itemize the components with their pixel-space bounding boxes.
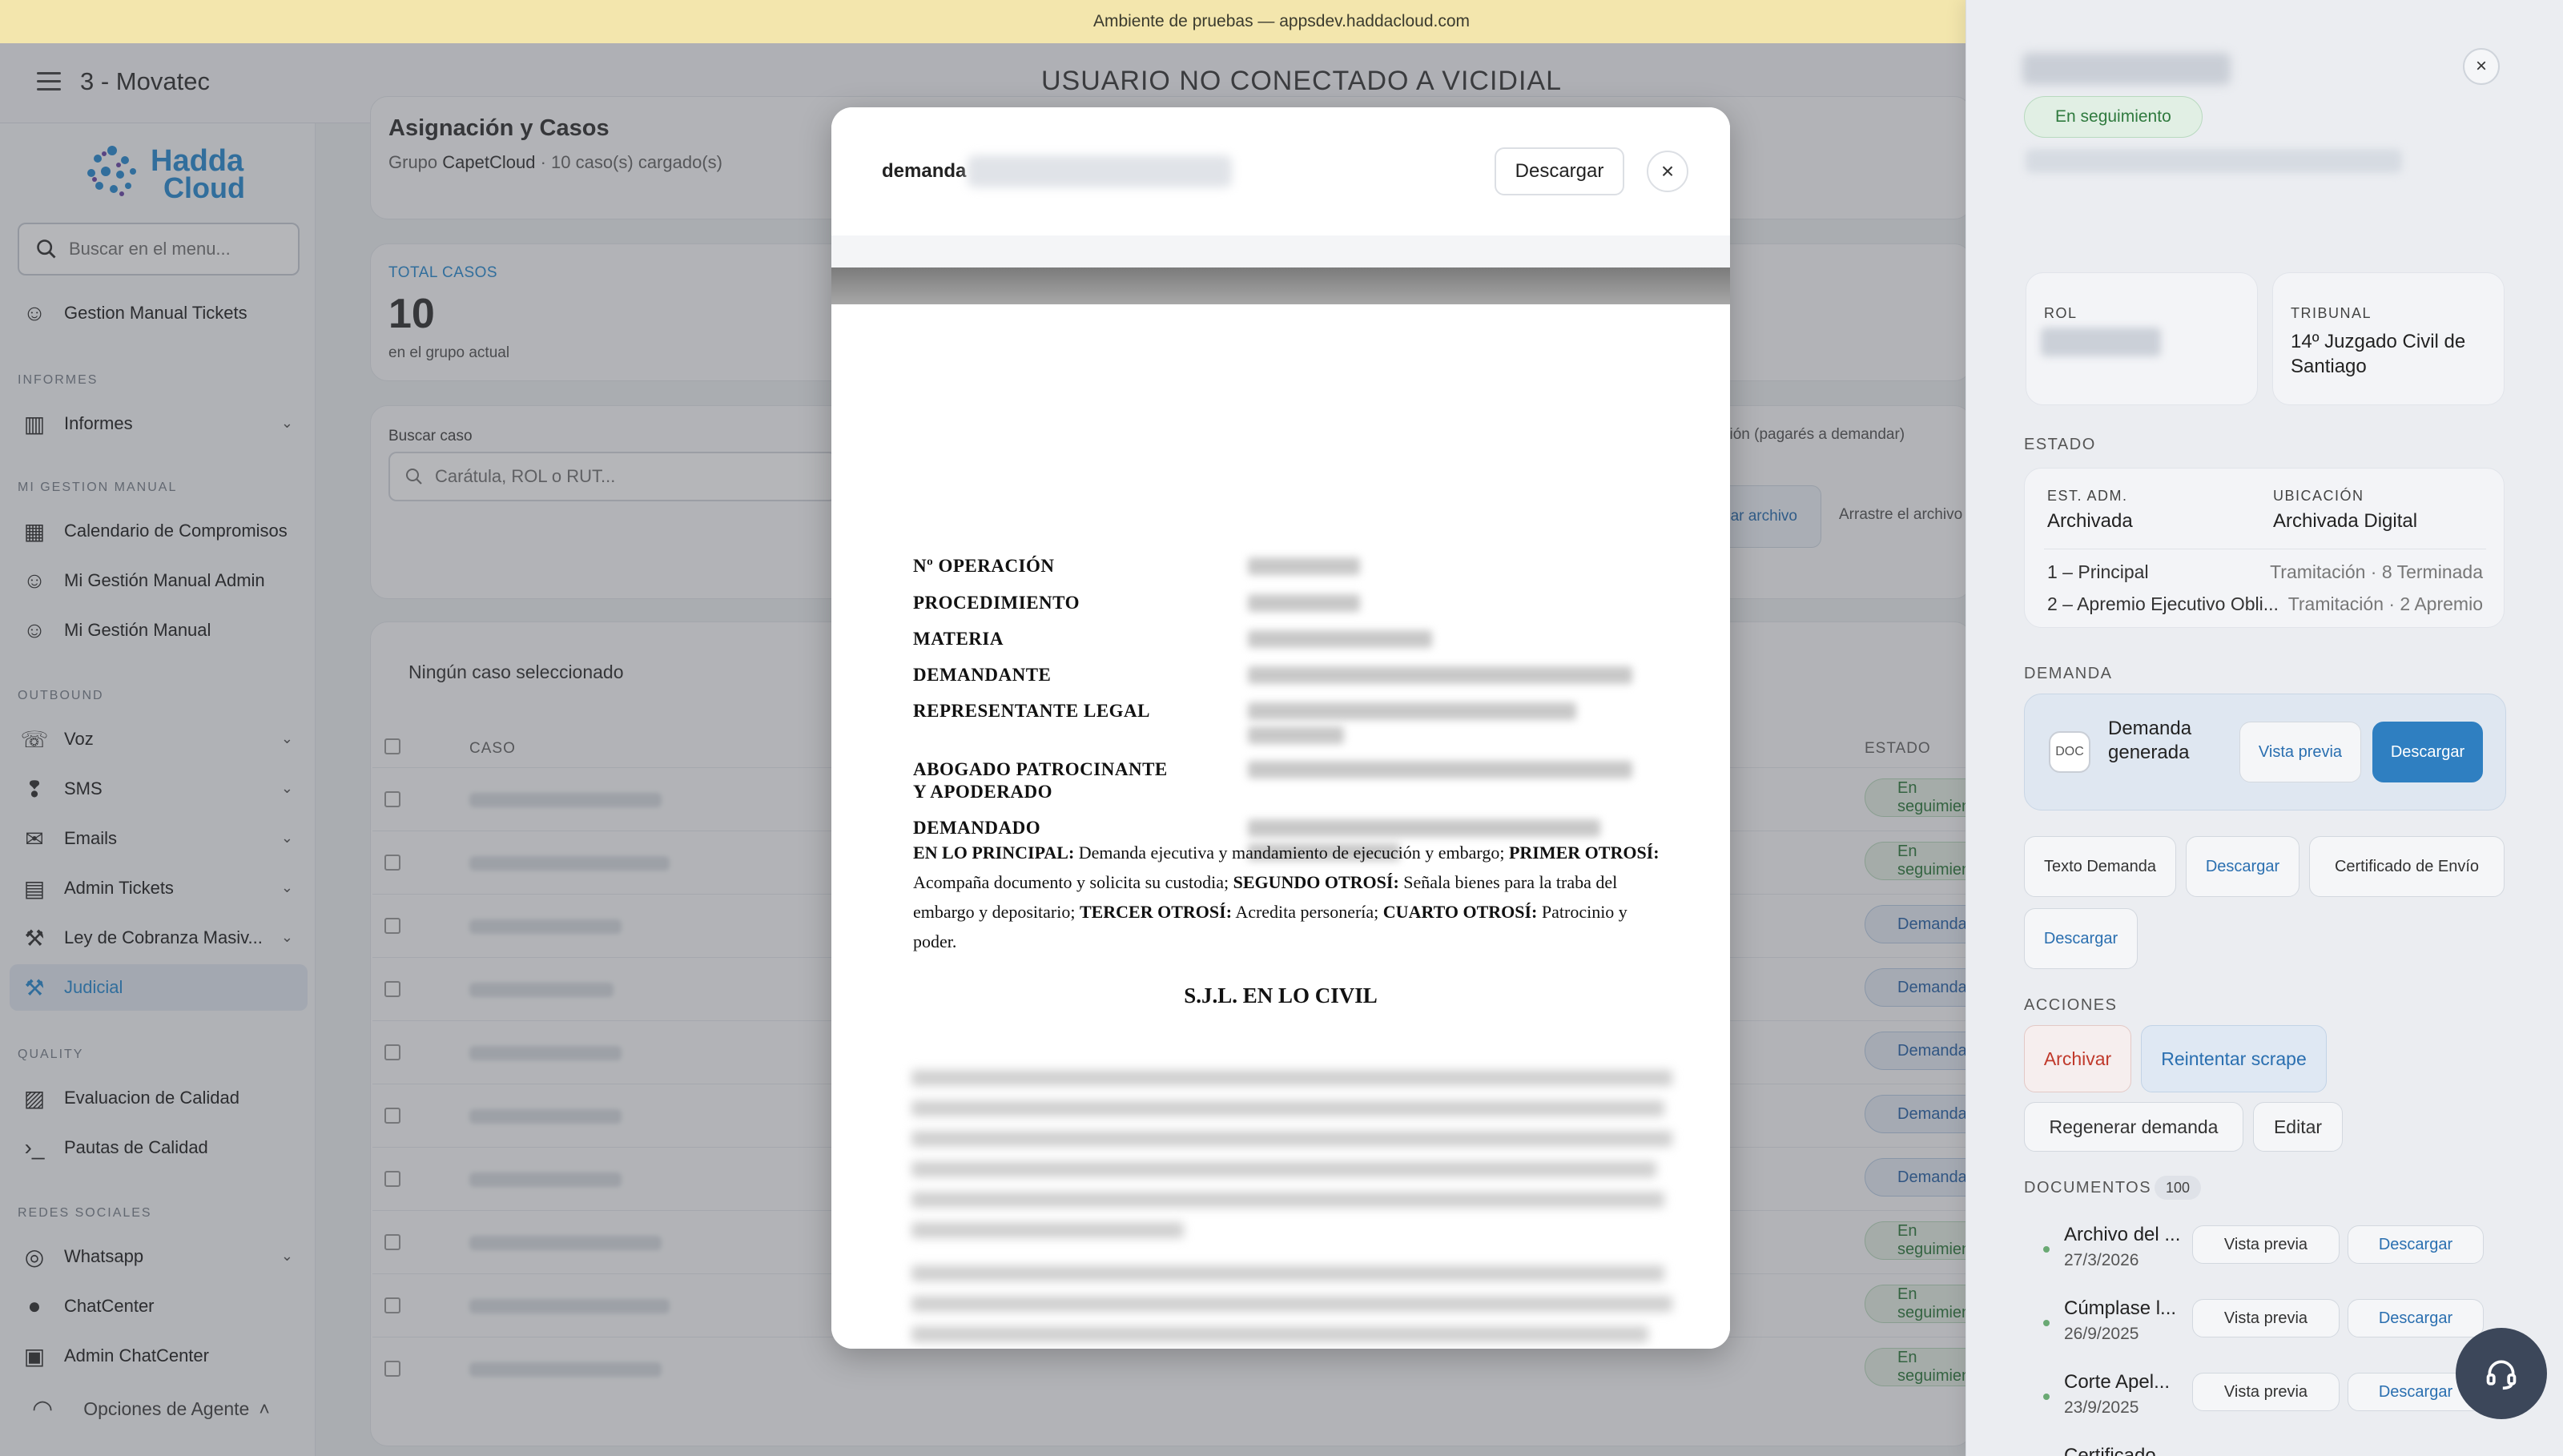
field-apoderado: Y APODERADO xyxy=(913,782,1052,802)
ubicacion-label: UBICACIÓN xyxy=(2273,488,2364,504)
document-preview-button[interactable]: Vista previa xyxy=(2192,1373,2340,1411)
close-icon[interactable]: × xyxy=(1647,151,1688,192)
field-demandado: DEMANDADO xyxy=(913,818,1041,838)
document-preview-button[interactable]: Vista previa xyxy=(2192,1299,2340,1337)
demanda-section: DEMANDA xyxy=(2024,665,2113,682)
status-dot-icon xyxy=(2043,1394,2050,1400)
document-icon: DOC xyxy=(2049,731,2090,773)
document-download-button[interactable]: Descargar xyxy=(2348,1299,2484,1337)
document-name: Corte Apel... xyxy=(2064,1371,2171,1393)
redacted-paragraph xyxy=(911,1296,1672,1312)
document-date: 23/9/2025 xyxy=(2064,1398,2139,1417)
field-representante: REPRESENTANTE LEGAL xyxy=(913,701,1151,721)
modal-title: demanda xyxy=(882,160,967,182)
acciones-section: ACCIONES xyxy=(2024,996,2118,1014)
viewer-page-bar xyxy=(831,267,1730,304)
document-date: 26/9/2025 xyxy=(2064,1325,2139,1343)
field-operacion: Nº OPERACIÓN xyxy=(913,556,1055,576)
regenerar-demanda-button[interactable]: Regenerar demanda xyxy=(2024,1102,2243,1152)
viewer-toolbar xyxy=(831,235,1730,267)
document-sumilla: EN LO PRINCIPAL: Demanda ejecutiva y man… xyxy=(913,843,1660,951)
procedure-name: 2 – Apremio Ejecutivo Obli... xyxy=(2047,593,2279,614)
redacted-paragraph xyxy=(911,1100,1664,1116)
redacted-case-subtitle xyxy=(2026,149,2402,173)
procedure-detail: Tramitación · 8 Terminada xyxy=(2270,561,2483,582)
field-demandante: DEMANDANTE xyxy=(913,665,1052,685)
support-button[interactable] xyxy=(2456,1328,2547,1419)
download-button[interactable]: Descargar xyxy=(1495,147,1624,195)
texto-demanda-button[interactable]: Texto Demanda xyxy=(2024,836,2176,897)
status-dot-icon xyxy=(2043,1246,2050,1253)
field-materia: MATERIA xyxy=(913,629,1004,649)
editar-button[interactable]: Editar xyxy=(2253,1102,2343,1152)
banner-text: Ambiente de pruebas — appsdev.haddacloud… xyxy=(1092,12,1471,30)
est-adm-value: Archivada xyxy=(2047,510,2133,532)
redacted-paragraph xyxy=(911,1161,1656,1177)
document-download-button[interactable]: Descargar xyxy=(2348,1225,2484,1264)
case-detail-panel: × En seguimiento ROL TRIBUNAL 14º Juzgad… xyxy=(1966,0,2563,1456)
redacted-paragraph xyxy=(911,1070,1672,1086)
documentos-section: DOCUMENTOS xyxy=(2024,1179,2152,1197)
status-badge: En seguimiento xyxy=(2024,96,2203,138)
demanda-preview-button[interactable]: Vista previa xyxy=(2239,722,2361,782)
redacted-value xyxy=(1248,702,1576,720)
field-procedimiento: PROCEDIMIENTO xyxy=(913,593,1080,613)
reintentar-scrape-button[interactable]: Reintentar scrape xyxy=(2141,1025,2327,1092)
status-dot-icon xyxy=(2043,1320,2050,1326)
demanda-card: DOC Demanda generada Vista previa Descar… xyxy=(2024,694,2506,810)
redacted-value xyxy=(1248,630,1432,648)
certificado-envio-button[interactable]: Certificado de Envío xyxy=(2309,836,2505,897)
ubicacion-value: Archivada Digital xyxy=(2273,510,2418,532)
redacted-case-title xyxy=(2022,53,2231,85)
rol-card: ROL xyxy=(2026,272,2258,405)
modal-header: demanda Descargar × xyxy=(831,107,1730,235)
document-page: Nº OPERACIÓN PROCEDIMIENTO MATERIA DEMAN… xyxy=(831,304,1730,1349)
close-icon[interactable]: × xyxy=(2463,48,2500,85)
redacted-filename xyxy=(968,155,1232,187)
redacted-value xyxy=(1248,726,1344,744)
document-name: Certificado xyxy=(2064,1445,2156,1456)
redacted-paragraph xyxy=(911,1222,1184,1238)
document-date: 27/3/2026 xyxy=(2064,1251,2139,1269)
redacted-paragraph xyxy=(911,1265,1664,1281)
document-preview-modal: demanda Descargar × Nº OPERACIÓN PROCEDI… xyxy=(831,107,1730,1349)
tribunal-card: TRIBUNAL 14º Juzgado Civil de Santiago xyxy=(2272,272,2505,405)
document-name: Cúmplase l... xyxy=(2064,1297,2177,1319)
procedure-name: 1 – Principal xyxy=(2047,561,2149,582)
archivar-button[interactable]: Archivar xyxy=(2024,1025,2131,1092)
demanda-download-button[interactable]: Descargar xyxy=(2372,722,2483,782)
est-adm-label: EST. ADM. xyxy=(2047,488,2128,504)
tribunal-label: TRIBUNAL xyxy=(2291,305,2372,321)
redacted-value xyxy=(1248,666,1632,684)
documents-count-badge: 100 xyxy=(2155,1176,2202,1200)
rol-label: ROL xyxy=(2044,305,2078,321)
estado-card: EST. ADM. Archivada UBICACIÓN Archivada … xyxy=(2024,468,2505,628)
redacted-paragraph xyxy=(911,1131,1672,1147)
demanda-name: Demanda generada xyxy=(2108,718,2192,763)
tribunal-value: 14º Juzgado Civil de Santiago xyxy=(2291,331,2466,377)
redacted-value xyxy=(1248,594,1360,612)
redacted-paragraph xyxy=(911,1192,1664,1208)
redacted-value xyxy=(1248,761,1632,778)
redacted-rol xyxy=(2041,328,2161,356)
redacted-value xyxy=(1248,819,1600,837)
procedure-detail: Tramitación · 2 Apremio xyxy=(2287,593,2483,614)
document-preview-button[interactable]: Vista previa xyxy=(2192,1225,2340,1264)
download-texto-button[interactable]: Descargar xyxy=(2186,836,2299,897)
redacted-value xyxy=(1248,557,1360,575)
download-certificado-button[interactable]: Descargar xyxy=(2024,908,2138,969)
court-heading: S.J.L. EN LO CIVIL xyxy=(1184,983,1378,1008)
headset-icon xyxy=(2486,1360,2517,1390)
redacted-paragraph xyxy=(911,1326,1648,1342)
document-name: Archivo del ... xyxy=(2064,1224,2181,1245)
field-abogado: ABOGADO PATROCINANTE xyxy=(913,759,1168,779)
estado-section: ESTADO xyxy=(2024,436,2096,453)
